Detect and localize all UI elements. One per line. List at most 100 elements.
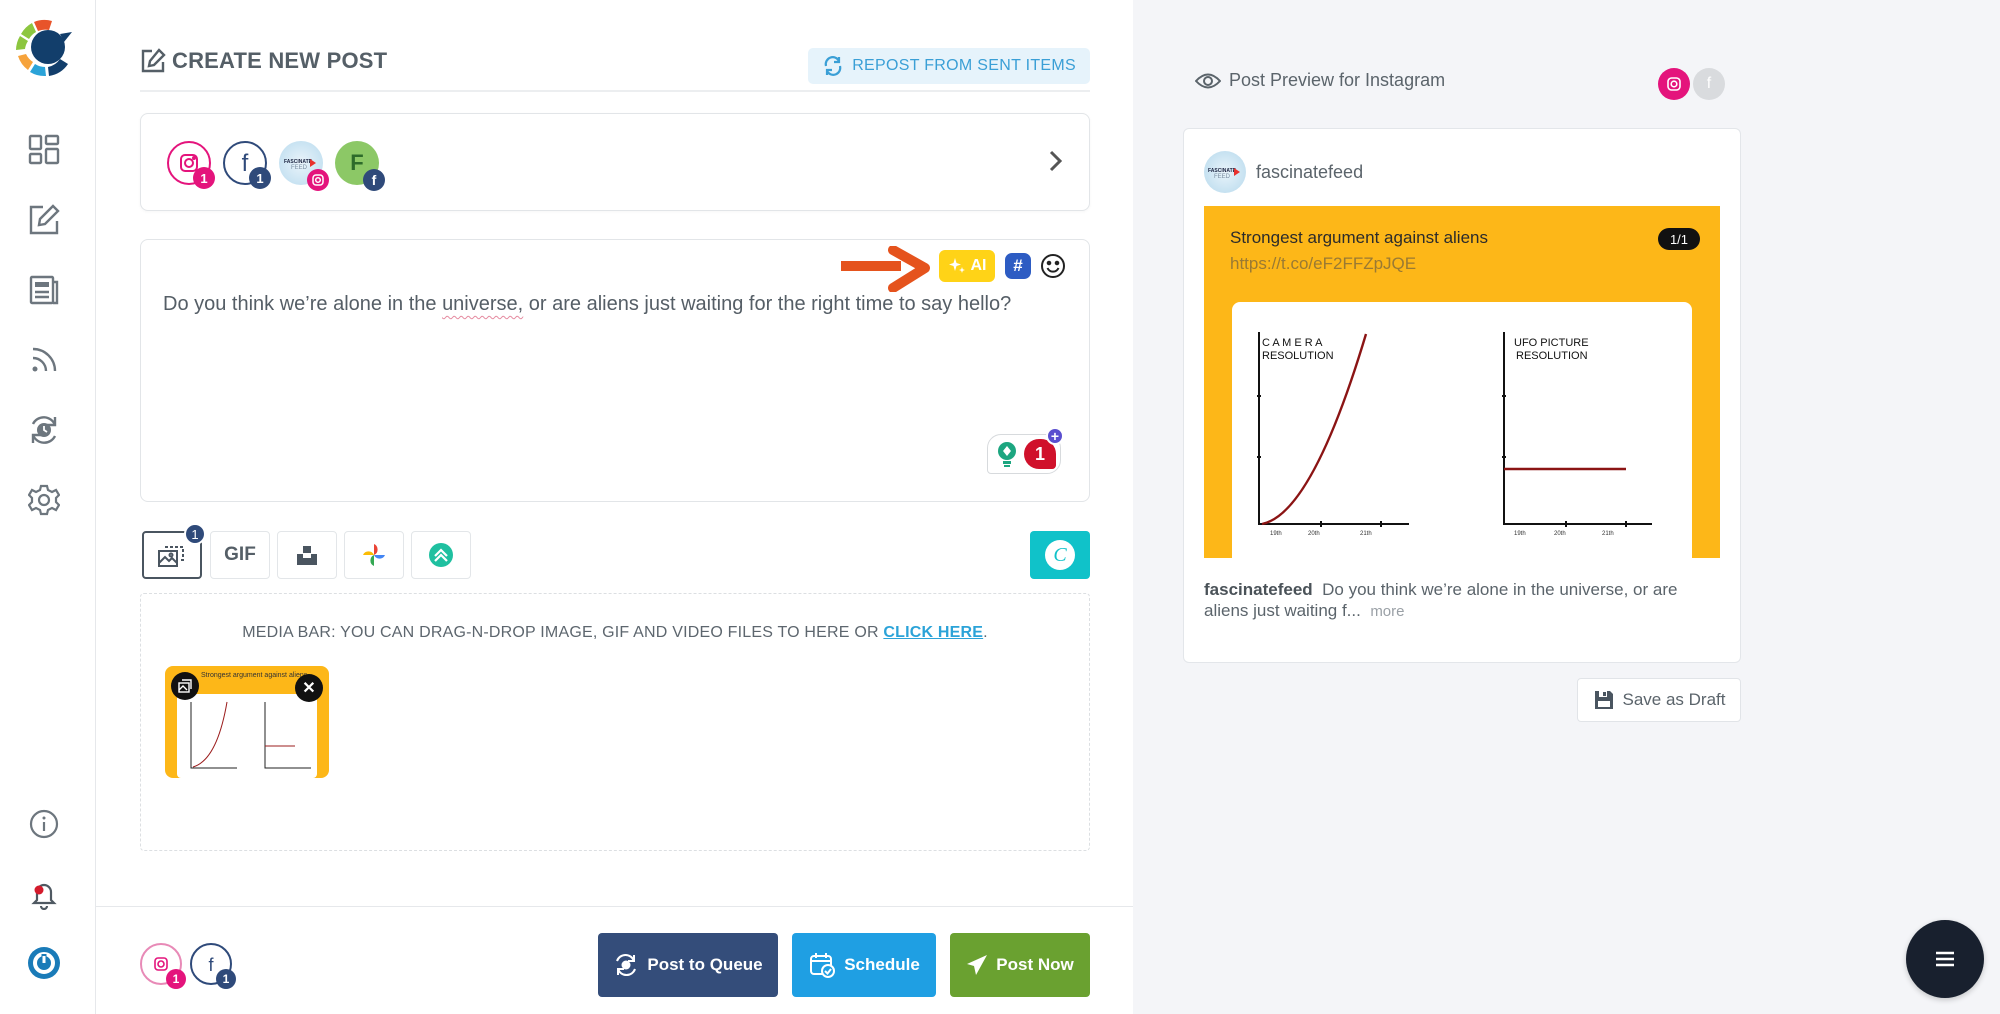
caption-username: fascinatefeed [1204, 580, 1313, 599]
account-fascinatefeed-instagram[interactable]: FASCINATE FEED [279, 141, 329, 191]
post-now-button[interactable]: Post Now [950, 933, 1090, 997]
gear-icon [28, 484, 60, 516]
account-count-badge: 1 [193, 167, 215, 189]
image-upload-button[interactable]: 1 [142, 523, 206, 579]
media-thumbnail[interactable]: Strongest argument against aliens ✕ [165, 666, 329, 778]
unsplash-button[interactable] [277, 531, 337, 579]
sidebar-item-settings[interactable] [26, 482, 62, 518]
newspaper-icon [29, 275, 59, 305]
sidebar-item-feeds[interactable] [26, 342, 62, 378]
app-logo[interactable] [12, 16, 76, 80]
click-here-link[interactable]: CLICK HERE [883, 624, 983, 641]
svg-text:f: f [208, 955, 214, 975]
preview-heading: Post Preview for Instagram [1195, 70, 1445, 91]
schedule-button[interactable]: Schedule [792, 933, 936, 997]
google-photos-button[interactable] [344, 531, 404, 579]
sidebar-item-posts[interactable] [26, 272, 62, 308]
post-text-input[interactable]: Do you think we’re alone in the universe… [163, 286, 1053, 322]
preview-avatar: FASCINATE FEED [1204, 151, 1246, 193]
emoji-icon[interactable] [1039, 252, 1067, 280]
preview-caption: fascinatefeed Do you think we’re alone i… [1204, 579, 1724, 622]
clock-sync-icon [616, 954, 637, 976]
account-group-facebook[interactable]: f 1 [223, 141, 271, 189]
preview-tab-instagram[interactable] [1658, 68, 1690, 100]
tick-label: 21th [1602, 531, 1614, 537]
edit-image-icon[interactable] [171, 672, 199, 700]
sidebar-item-info[interactable] [26, 806, 62, 842]
paper-plane-icon [967, 955, 988, 975]
account-count-badge: 1 [166, 969, 186, 989]
left-chart-title: C A M E R A [1262, 337, 1323, 349]
sidebar-item-dashboard[interactable] [26, 132, 62, 168]
menu-fab-button[interactable] [1906, 920, 1984, 998]
footer-account-instagram[interactable]: 1 [140, 943, 186, 989]
account-selector[interactable]: 1 f 1 FASCINATE FEED F f [140, 113, 1090, 211]
hashtag-button[interactable]: # [1005, 253, 1031, 279]
gif-button[interactable]: GIF [210, 531, 270, 579]
save-as-draft-button[interactable]: Save as Draft [1577, 678, 1741, 722]
preview-tab-facebook[interactable]: f [1693, 68, 1725, 100]
media-dropzone[interactable]: MEDIA BAR: YOU CAN DRAG-N-DROP IMAGE, GI… [140, 593, 1090, 851]
dropzone-text: MEDIA BAR: YOU CAN DRAG-N-DROP IMAGE, GI… [242, 624, 884, 641]
thumbnail-title: Strongest argument against aliens [201, 672, 308, 679]
sidebar-item-notifications[interactable] [26, 876, 62, 912]
editor-tools-widget: 1 + [987, 427, 1064, 474]
camera-curve [1261, 333, 1368, 526]
repost-from-sent-button[interactable]: REPOST FROM SENT ITEMS [808, 48, 1090, 84]
fascinatefeed-logo: FASCINATEFEED [1208, 168, 1240, 180]
svg-text:FEED: FEED [291, 165, 308, 171]
account-group-instagram[interactable]: 1 [167, 141, 215, 189]
page-title: CREATE NEW POST [140, 48, 387, 74]
page-title-text: CREATE NEW POST [172, 48, 388, 73]
post-to-queue-button[interactable]: Post to Queue [598, 933, 778, 997]
more-link[interactable]: more [1370, 603, 1404, 620]
lightbulb-icon[interactable] [996, 441, 1018, 469]
svg-text:FEED: FEED [1214, 174, 1231, 180]
save-as-draft-label: Save as Draft [1622, 690, 1726, 709]
preview-heading-text: Post Preview for Instagram [1229, 70, 1446, 90]
sidebar [0, 0, 96, 1014]
facebook-icon: f [1706, 75, 1712, 92]
preview-panel: Post Preview for Instagram f FASCINATE FE… [1133, 0, 2000, 1014]
canva-button[interactable]: C [1030, 531, 1090, 579]
remove-media-button[interactable]: ✕ [295, 674, 323, 702]
preview-image-url[interactable]: https://t.co/eF2FFZpJQE [1230, 254, 1416, 274]
facebook-badge-icon: f [363, 169, 385, 191]
ai-label: AI [970, 257, 987, 274]
image-counter-badge: 1/1 [1658, 228, 1700, 250]
notification-count: 1 [1034, 443, 1045, 464]
dropzone-instructions: MEDIA BAR: YOU CAN DRAG-N-DROP IMAGE, GI… [141, 624, 1089, 642]
chevrons-up-icon [429, 543, 453, 567]
grid-icon [28, 134, 60, 165]
preview-image-title: Strongest argument against aliens [1230, 228, 1488, 247]
camera-resolution-chart: C A M E R A RESOLUTION 19th 20th 21th [1257, 332, 1409, 537]
repeat-icon [824, 56, 842, 76]
account-count-badge: 1 [216, 969, 236, 989]
post-to-queue-label: Post to Queue [647, 955, 763, 974]
schedule-label: Schedule [844, 955, 920, 974]
compose-panel: CREATE NEW POST REPOST FROM SENT ITEMS 1… [96, 0, 1133, 1014]
ufo-resolution-chart: UFO PICTURE RESOLUTION 19th 20th 21th [1502, 332, 1652, 537]
account-facebook-page[interactable]: F f [335, 141, 385, 191]
ai-assist-button[interactable]: AI [939, 250, 995, 282]
tick-label: 19th [1270, 531, 1282, 537]
uplead-button[interactable] [411, 531, 471, 579]
compose-footer: 1 f 1 Post to Queue Schedule Post Now [96, 906, 1133, 1014]
image-gallery-icon [158, 546, 184, 567]
sidebar-item-queue[interactable] [26, 412, 62, 448]
misspelled-word[interactable]: universe, [442, 293, 523, 315]
tick-label: 21th [1360, 531, 1372, 537]
info-icon [29, 809, 59, 839]
edit-icon [141, 48, 166, 73]
chevron-right-icon[interactable] [1047, 148, 1065, 180]
right-chart-subtitle: RESOLUTION [1516, 350, 1588, 362]
post-text-part: Do you think we’re alone in the [163, 293, 443, 315]
sidebar-item-compose[interactable] [26, 202, 62, 238]
plus-icon[interactable]: + [1046, 427, 1064, 445]
sidebar-item-power[interactable] [26, 945, 62, 981]
left-chart-subtitle: RESOLUTION [1262, 350, 1334, 362]
calendar-check-icon [810, 953, 836, 978]
save-icon [1594, 691, 1613, 709]
footer-account-facebook[interactable]: f 1 [190, 943, 236, 989]
post-editor[interactable]: AI # Do you think we’re alone in the uni… [140, 239, 1090, 502]
